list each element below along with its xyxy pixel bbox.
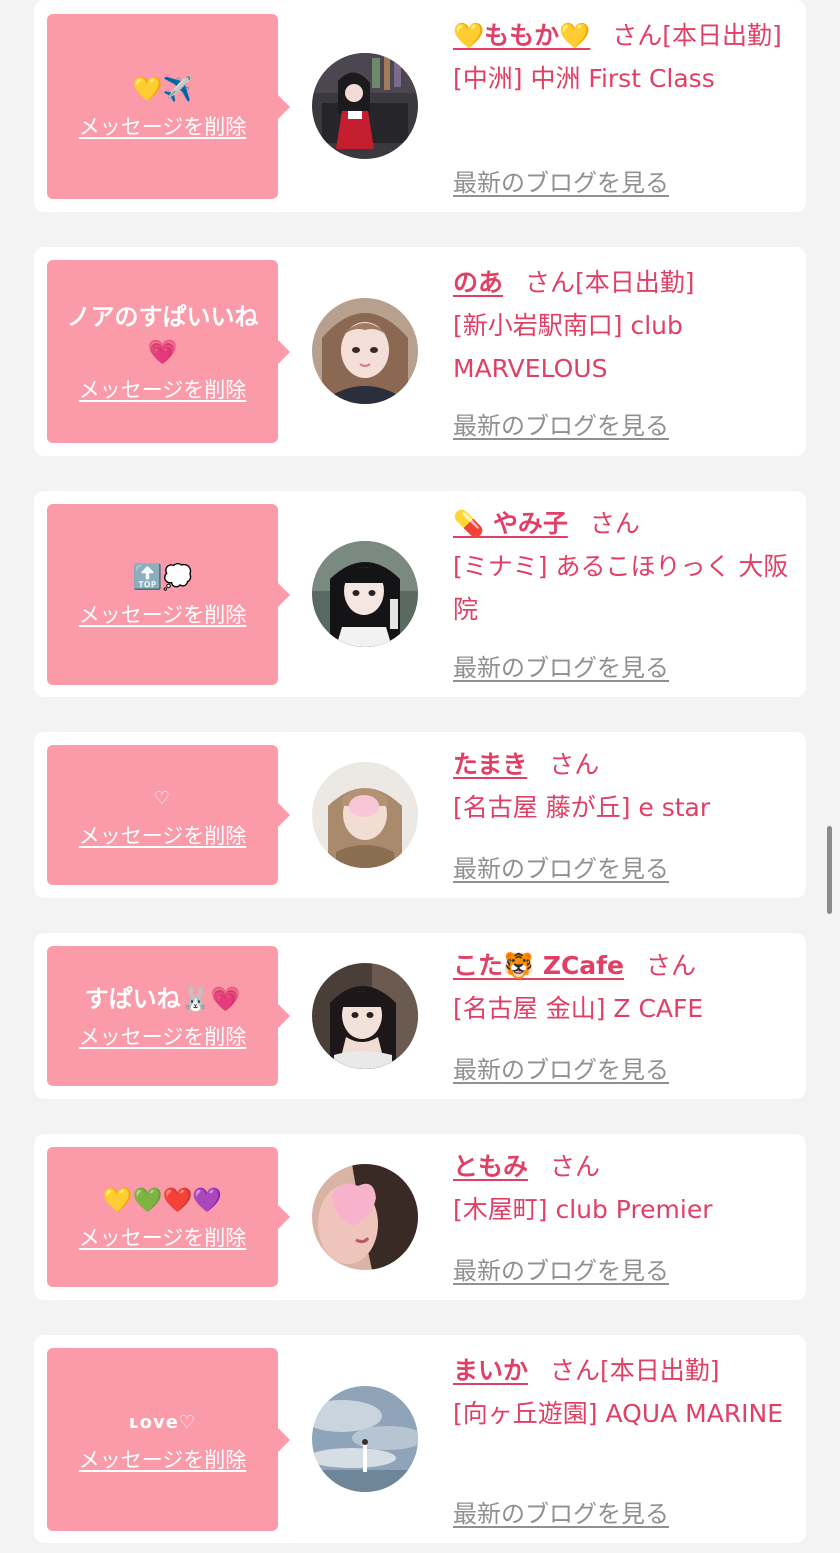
- message-text: すぱいね🐰💗: [84, 984, 241, 1013]
- avatar[interactable]: [312, 762, 418, 868]
- shop-name: [木屋町] club Premier: [453, 1195, 713, 1224]
- message-text: ノアのすぱいいね💗: [66, 302, 259, 366]
- honorific: さん: [525, 268, 576, 297]
- list-item: 🔝💭 メッセージを削除 💊 やみ子 さん [ミナミ] あるこほりっく 大阪院 最新…: [34, 491, 806, 697]
- delete-message-link[interactable]: メッセージを削除: [79, 374, 247, 404]
- delete-message-link[interactable]: メッセージを削除: [79, 1444, 247, 1474]
- message-text: 🔝💭: [132, 563, 193, 591]
- avatar[interactable]: [312, 541, 418, 647]
- message-text: ʟove♡: [128, 1412, 197, 1433]
- avatar[interactable]: [312, 53, 418, 159]
- list-item: ノアのすぱいいね💗 メッセージを削除 のあ さん[本日出勤] [新小岩駅南口] c…: [34, 247, 806, 456]
- honorific: さん: [549, 750, 600, 779]
- message-bubble: ♡ メッセージを削除: [47, 745, 290, 885]
- latest-blog-link[interactable]: 最新のブログを見る: [453, 648, 669, 683]
- cast-name-link[interactable]: まいか: [453, 1356, 528, 1385]
- cast-info: 💛ももか💛 さん[本日出勤] [中洲] 中洲 First Class: [453, 14, 798, 100]
- honorific: さん: [612, 21, 663, 50]
- avatar[interactable]: [312, 298, 418, 404]
- delete-message-link[interactable]: メッセージを削除: [79, 820, 247, 850]
- shop-name: [新小岩駅南口] club MARVELOUS: [453, 311, 683, 383]
- cast-name-link[interactable]: こた🐯 ZCafe: [453, 951, 624, 980]
- avatar[interactable]: [312, 1164, 418, 1270]
- scrollbar[interactable]: [827, 826, 832, 914]
- message-bubble: すぱいね🐰💗 メッセージを削除: [47, 946, 290, 1086]
- latest-blog-link[interactable]: 最新のブログを見る: [453, 1050, 669, 1085]
- list-item: ♡ メッセージを削除 たまき さん [名古屋 藤が丘] e star 最新のブログ…: [34, 732, 806, 898]
- delete-message-link[interactable]: メッセージを削除: [79, 1222, 247, 1252]
- latest-blog-link[interactable]: 最新のブログを見る: [453, 163, 669, 198]
- latest-blog-link[interactable]: 最新のブログを見る: [453, 406, 669, 441]
- shop-name: [名古屋 金山] Z CAFE: [453, 994, 704, 1023]
- cast-name-link[interactable]: 💛ももか💛: [453, 21, 590, 50]
- message-text: ♡: [153, 787, 172, 809]
- list-item: ʟove♡ メッセージを削除 まいか さん[本日出勤] [向ヶ丘遊園] AQUA …: [34, 1335, 806, 1543]
- avatar[interactable]: [312, 1386, 418, 1492]
- cast-info: こた🐯 ZCafe さん [名古屋 金山] Z CAFE: [453, 944, 798, 1030]
- latest-blog-link[interactable]: 最新のブログを見る: [453, 1494, 669, 1529]
- shop-name: [向ヶ丘遊園] AQUA MARINE: [453, 1399, 784, 1428]
- cast-name-link[interactable]: 💊 やみ子: [453, 509, 568, 538]
- shop-name: [名古屋 藤が丘] e star: [453, 793, 711, 822]
- list-item: 💛💚❤️💜 メッセージを削除 ともみ さん [木屋町] club Premier …: [34, 1134, 806, 1300]
- work-status: [本日出勤]: [575, 268, 695, 297]
- honorific: さん: [550, 1356, 601, 1385]
- cast-info: まいか さん[本日出勤] [向ヶ丘遊園] AQUA MARINE: [453, 1349, 798, 1435]
- avatar[interactable]: [312, 963, 418, 1069]
- cast-info: たまき さん [名古屋 藤が丘] e star: [453, 743, 798, 829]
- cast-info: のあ さん[本日出勤] [新小岩駅南口] club MARVELOUS: [453, 261, 798, 390]
- message-bubble: ノアのすぱいいね💗 メッセージを削除: [47, 260, 290, 443]
- message-bubble: ʟove♡ メッセージを削除: [47, 1348, 290, 1531]
- cast-info: 💊 やみ子 さん [ミナミ] あるこほりっく 大阪院: [453, 502, 798, 631]
- work-status: [本日出勤]: [662, 21, 782, 50]
- delete-message-link[interactable]: メッセージを削除: [79, 599, 247, 629]
- latest-blog-link[interactable]: 最新のブログを見る: [453, 849, 669, 884]
- shop-name: [ミナミ] あるこほりっく 大阪院: [453, 552, 789, 624]
- work-status: [本日出勤]: [600, 1356, 720, 1385]
- cast-name-link[interactable]: たまき: [453, 750, 527, 779]
- list-item: すぱいね🐰💗 メッセージを削除 こた🐯 ZCafe さん [名古屋 金山] Z C…: [34, 933, 806, 1099]
- cast-info: ともみ さん [木屋町] club Premier: [453, 1145, 798, 1231]
- cast-name-link[interactable]: のあ: [453, 268, 503, 297]
- message-text: 💛💚❤️💜: [102, 1185, 223, 1214]
- delete-message-link[interactable]: メッセージを削除: [79, 111, 247, 141]
- honorific: さん: [550, 1152, 601, 1181]
- message-text: 💛✈️: [132, 75, 193, 103]
- honorific: さん: [589, 509, 640, 538]
- message-bubble: 💛💚❤️💜 メッセージを削除: [47, 1147, 290, 1287]
- message-bubble: 🔝💭 メッセージを削除: [47, 504, 290, 685]
- honorific: さん: [646, 951, 697, 980]
- delete-message-link[interactable]: メッセージを削除: [79, 1021, 247, 1051]
- cast-name-link[interactable]: ともみ: [453, 1152, 528, 1181]
- latest-blog-link[interactable]: 最新のブログを見る: [453, 1251, 669, 1286]
- shop-name: [中洲] 中洲 First Class: [453, 64, 715, 93]
- list-item: 💛✈️ メッセージを削除 💛ももか💛 さん[本日出勤] [中洲] 中洲 First…: [34, 0, 806, 212]
- message-bubble: 💛✈️ メッセージを削除: [47, 14, 290, 199]
